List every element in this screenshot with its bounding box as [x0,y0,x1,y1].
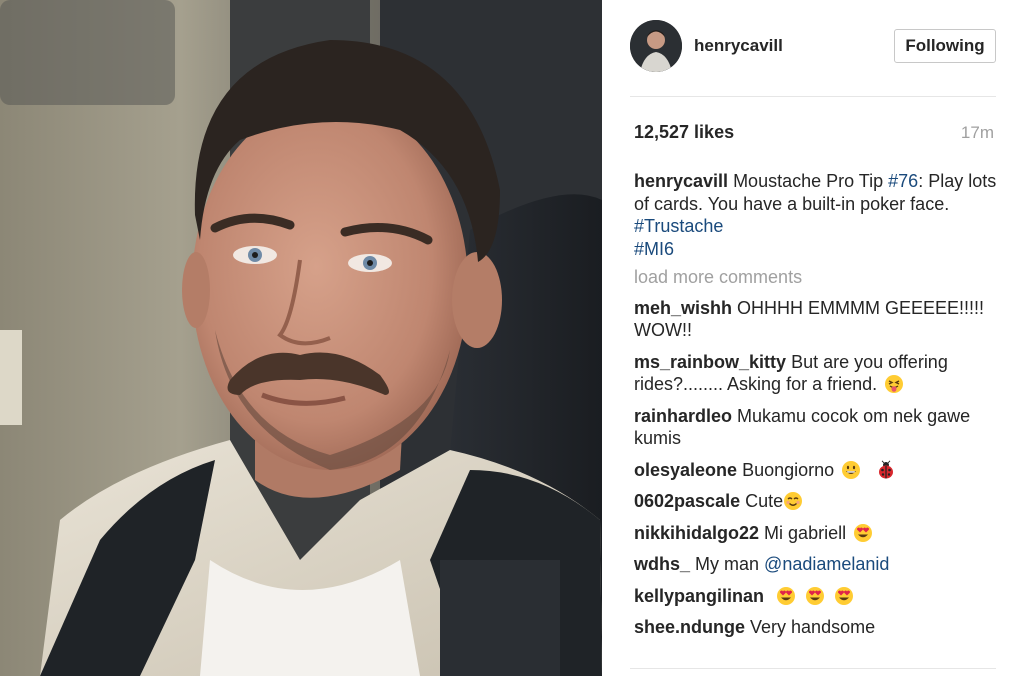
following-button[interactable]: Following [894,29,996,63]
comment-username[interactable]: meh_wishh [634,298,732,318]
comment-username[interactable]: rainhardleo [634,406,732,426]
comment-text: Mi gabriell [764,522,847,543]
ladybug-emoji-icon [879,459,894,478]
comment-item: shee.ndunge Very handsome [634,616,998,639]
comment-username[interactable]: shee.ndunge [634,617,745,637]
comment-item: nikkihidalgo22 Mi gabriell [634,522,998,545]
comment-mention[interactable]: @nadiamelanid [764,554,889,574]
post-details-panel: henrycavill Following 12,527 likes 17m h… [602,0,1024,676]
comment-item: 0602pascale Cute [634,490,998,513]
comment-username[interactable]: kellypangilinan [634,586,764,606]
load-more-comments[interactable]: load more comments [634,266,998,289]
header-divider [630,96,996,97]
post-timestamp[interactable]: 17m [961,123,994,143]
comment-text: Buongiorno [742,459,835,480]
comment-item: meh_wishh OHHHH EMMMM GEEEEE!!!!! WOW!! [634,297,998,342]
heart-eyes-emoji-icon [854,523,873,542]
comments-list: henrycavill Moustache Pro Tip #76: Play l… [634,170,998,648]
comment-text: Very handsome [750,617,876,637]
portrait-illustration [0,0,602,676]
heart-eyes-emoji-icon [777,586,796,605]
heart-eyes-emoji-icon [806,586,825,605]
hashtag-mi6[interactable]: #MI6 [634,239,674,259]
smiling-emoji-icon [784,492,803,510]
comment-text: My man [695,554,760,574]
caption-username[interactable]: henrycavill [634,171,728,191]
comment-username[interactable]: wdhs_ [634,554,690,574]
avatar-image [630,20,682,72]
comment-item: kellypangilinan [634,585,998,608]
winking-tongue-emoji-icon [885,375,904,393]
hashtag-76[interactable]: #76 [888,171,918,191]
grinning-emoji-icon [842,460,861,479]
caption: henrycavill Moustache Pro Tip #76: Play l… [634,170,998,260]
comment-username[interactable]: olesyaleone [634,460,737,480]
footer-divider [630,668,996,669]
comment-username[interactable]: ms_rainbow_kitty [634,352,786,372]
caption-text-start: Moustache Pro Tip [733,171,889,191]
comment-item: olesyaleone Buongiorno [634,459,998,482]
avatar[interactable] [630,20,682,72]
post-username[interactable]: henrycavill [694,36,783,56]
comment-text: Cute [745,491,784,511]
hashtag-trustache[interactable]: #Trustache [634,216,723,236]
comment-item: ms_rainbow_kitty But are you offering rid… [634,351,998,396]
comment-username[interactable]: nikkihidalgo22 [634,523,759,543]
comment-item: rainhardleo Mukamu cocok om nek gawe kumi… [634,405,998,450]
post-photo[interactable] [0,0,602,676]
likes-count[interactable]: 12,527 likes [634,122,734,143]
comment-username[interactable]: 0602pascale [634,491,740,511]
comment-item: wdhs_ My man @nadiamelanid [634,553,998,576]
post-header: henrycavill Following [630,20,996,74]
heart-eyes-emoji-icon [835,586,854,605]
